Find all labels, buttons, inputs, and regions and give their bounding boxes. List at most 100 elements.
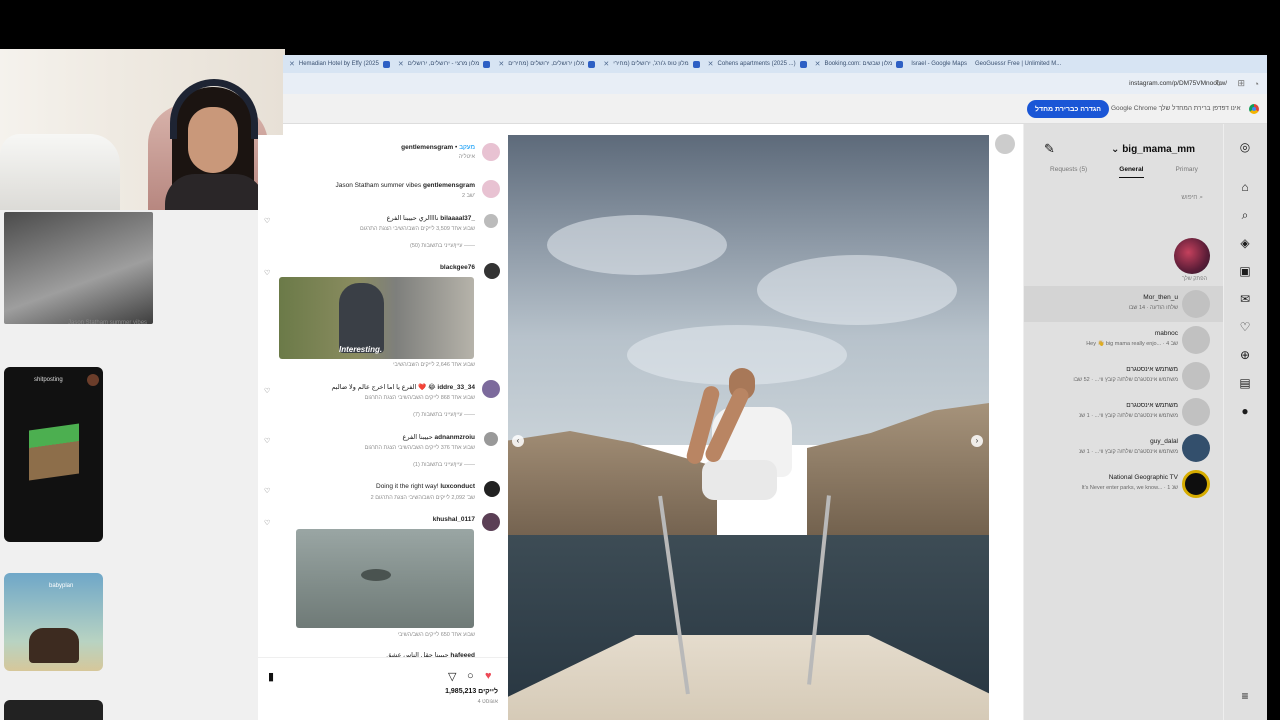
comment-meta[interactable]: שבוע אחד 650 לייקים השב/השיבי — [398, 632, 475, 638]
reload-icon[interactable]: ↻ — [1215, 78, 1223, 89]
commenter-avatar[interactable] — [484, 481, 500, 497]
view-replies[interactable]: עיין/עייני בתשובות (1) —— — [413, 462, 475, 468]
close-icon[interactable]: ✕ — [289, 60, 295, 68]
reel-subject — [29, 628, 79, 663]
feed-thumbnail[interactable] — [4, 212, 153, 324]
comment-gif[interactable] — [296, 529, 474, 628]
heart-icon[interactable]: ♡ — [264, 437, 270, 445]
comment-text: حبيبنا الفرع adnanmzroiu — [402, 434, 475, 441]
view-replies[interactable]: עיין/עייני בתשובות (50) —— — [410, 243, 475, 249]
address-bar[interactable]: instagram.com/p/DM75VMnoouw/ ⊞ ◔ ↻ — [283, 73, 1267, 94]
reel-minecraft-block — [29, 423, 79, 481]
background-feed: Jason Statham summer vibes shitposting b… — [0, 210, 258, 720]
close-icon[interactable]: ✕ — [398, 60, 404, 68]
author-name[interactable]: gentlemensgram — [401, 144, 453, 151]
browser-tab[interactable]: ✕ Cohens apartments (2025 ...) — [708, 60, 807, 68]
instagram-page: ‹ › gentlemensgram • מעקב איטליה Jason S… — [258, 124, 1268, 720]
cloud — [547, 215, 727, 275]
top-black-bar — [0, 0, 1280, 55]
caption: Jason Statham summer vibes gentlemensgra… — [335, 182, 475, 189]
comment-text: الفرع يا اما اخرج عالم ولا ضالبم ❤️ 😂 id… — [331, 384, 475, 391]
comment-meta[interactable]: שבוע אחד 2,646 לייקים השב/השיבי — [393, 362, 475, 368]
browser-tab[interactable]: ✕ מלון טופ ג'ורג', ירושלים (מחירי — [603, 60, 700, 68]
comment-text: ناااالري حبيبنا الفرع bilaaaal37_ — [386, 215, 475, 222]
prev-image-icon[interactable]: ‹ — [512, 435, 524, 447]
favicon-icon — [382, 60, 390, 68]
comment-text: blackgee76 — [439, 264, 475, 271]
comment-meta[interactable]: שבוע אחד 3,509 לייקים השב/השיבי הצגת התר… — [360, 226, 475, 232]
comments-panel: gentlemensgram • מעקב איטליה Jason Stath… — [258, 135, 508, 720]
author-avatar[interactable] — [482, 143, 500, 161]
close-icon[interactable]: ✕ — [708, 60, 714, 68]
favicon-icon — [692, 60, 700, 68]
gif-caption: Interesting. — [339, 345, 383, 354]
set-default-button[interactable]: הגדרה כברירת מחדל — [1027, 100, 1110, 118]
close-icon[interactable]: ✕ — [603, 60, 609, 68]
follow-link[interactable]: מעקב — [459, 144, 475, 151]
comment-meta[interactable]: שבוע אחד 376 לייקים השב/השיבי הצגת התרגו… — [365, 445, 475, 451]
infobar-text: Google Chrome אינו דפדפן ברירת המחדל שלך — [1111, 105, 1241, 112]
commenter-avatar[interactable] — [484, 214, 498, 228]
modal-backdrop[interactable] — [1224, 124, 1268, 720]
extension-icon[interactable]: ◔ — [1254, 79, 1259, 89]
feed-thumbnail-caption: Jason Statham summer vibes — [68, 320, 148, 326]
reel-username: shitposting — [34, 377, 63, 383]
default-browser-infobar: הגדרה כברירת מחדל Google Chrome אינו דפד… — [283, 94, 1267, 124]
comment-meta[interactable]: שבוע אחד 868 לייקים השב/השיבי הצגת התרגו… — [365, 395, 475, 401]
webcam-bed — [0, 134, 120, 210]
heart-icon[interactable]: ♡ — [264, 269, 270, 277]
close-icon[interactable]: ✕ — [498, 60, 504, 68]
cloud — [757, 255, 957, 325]
reel-card[interactable]: shitposting — [4, 367, 103, 542]
avatar[interactable] — [995, 134, 1015, 154]
heart-icon[interactable]: ♡ — [264, 487, 270, 495]
likes-count[interactable]: 1,985,213 לייקים — [445, 688, 498, 695]
reel-card[interactable]: babyplan — [4, 573, 103, 671]
share-icon[interactable]: ▽ — [448, 670, 456, 683]
url-text[interactable]: instagram.com/p/DM75VMnoouw/ — [1129, 80, 1227, 87]
heart-icon[interactable]: ♡ — [264, 217, 270, 225]
webcam-person-shirt — [165, 174, 265, 210]
browser-tab[interactable]: ✕ מלון ירושלים, ירושלים (מחירים — [498, 60, 596, 68]
post-actions: ▮ ▽ ○ ♥ 1,985,213 לייקים 4 אוגוסט — [258, 657, 508, 720]
comment-meta[interactable]: 2 שב' 2,092 לייקים השב/השיבי הצגת התרגום — [371, 495, 475, 501]
next-image-icon[interactable]: › — [971, 435, 983, 447]
browser-tab[interactable]: ✕ Booking.com: מלון שבשים — [815, 60, 904, 68]
post-image[interactable]: ‹ › — [507, 135, 989, 720]
cliff-left — [507, 431, 717, 551]
author-avatar[interactable] — [482, 180, 500, 198]
heart-icon[interactable]: ♡ — [264, 519, 270, 527]
comment-icon[interactable]: ○ — [467, 670, 474, 682]
translate-icon[interactable]: ⊞ — [1237, 78, 1245, 89]
browser-window: ✕ Hemadian Hotel by Effy (2025 ✕ מלון מרצי… — [258, 55, 1268, 720]
heart-icon[interactable]: ♡ — [264, 387, 270, 395]
commenter-avatar[interactable] — [484, 263, 500, 279]
post-date: 4 אוגוסט — [477, 699, 498, 705]
favicon-icon — [588, 60, 596, 68]
comment-text: khushal_0117 — [432, 516, 475, 523]
commenter-avatar[interactable] — [482, 380, 500, 398]
reel-avatar — [87, 374, 99, 386]
commenter-avatar[interactable] — [482, 513, 500, 531]
post-header: gentlemensgram • מעקב — [401, 144, 475, 151]
like-heart-icon[interactable]: ♥ — [485, 670, 492, 682]
view-replies[interactable]: עיין/עייני בתשובות (7) —— — [413, 412, 475, 418]
caption-time: 2 שב' — [462, 193, 475, 199]
post-location[interactable]: איטליה — [459, 154, 475, 160]
chrome-logo-icon — [1249, 104, 1259, 114]
browser-tab[interactable]: Israel - Google Maps — [911, 61, 967, 67]
modal-backdrop[interactable] — [1024, 124, 1224, 720]
tab-strip: ✕ Hemadian Hotel by Effy (2025 ✕ מלון מרצי… — [283, 55, 1267, 73]
comment-gif[interactable]: Interesting. — [279, 277, 474, 359]
browser-tab[interactable]: GeoGuessr Free | Unlimited M... — [975, 61, 1061, 67]
browser-tab[interactable]: ✕ מלון מרצי - ירושלים, ירושלים — [398, 60, 491, 68]
favicon-icon — [483, 60, 491, 68]
reel-username: babyplan — [49, 583, 74, 589]
reel-card[interactable] — [4, 700, 103, 720]
commenter-avatar[interactable] — [484, 432, 498, 446]
browser-tab[interactable]: ✕ Hemadian Hotel by Effy (2025 — [289, 60, 390, 68]
bookmark-icon[interactable]: ▮ — [268, 670, 274, 683]
favicon-icon — [896, 60, 904, 68]
close-icon[interactable]: ✕ — [815, 60, 821, 68]
instagram-nav: ◎ ⌂ ⌕ ◈ ▣ ✉ ♡ ⊕ ▤ ● ≡ — [1223, 124, 1268, 720]
